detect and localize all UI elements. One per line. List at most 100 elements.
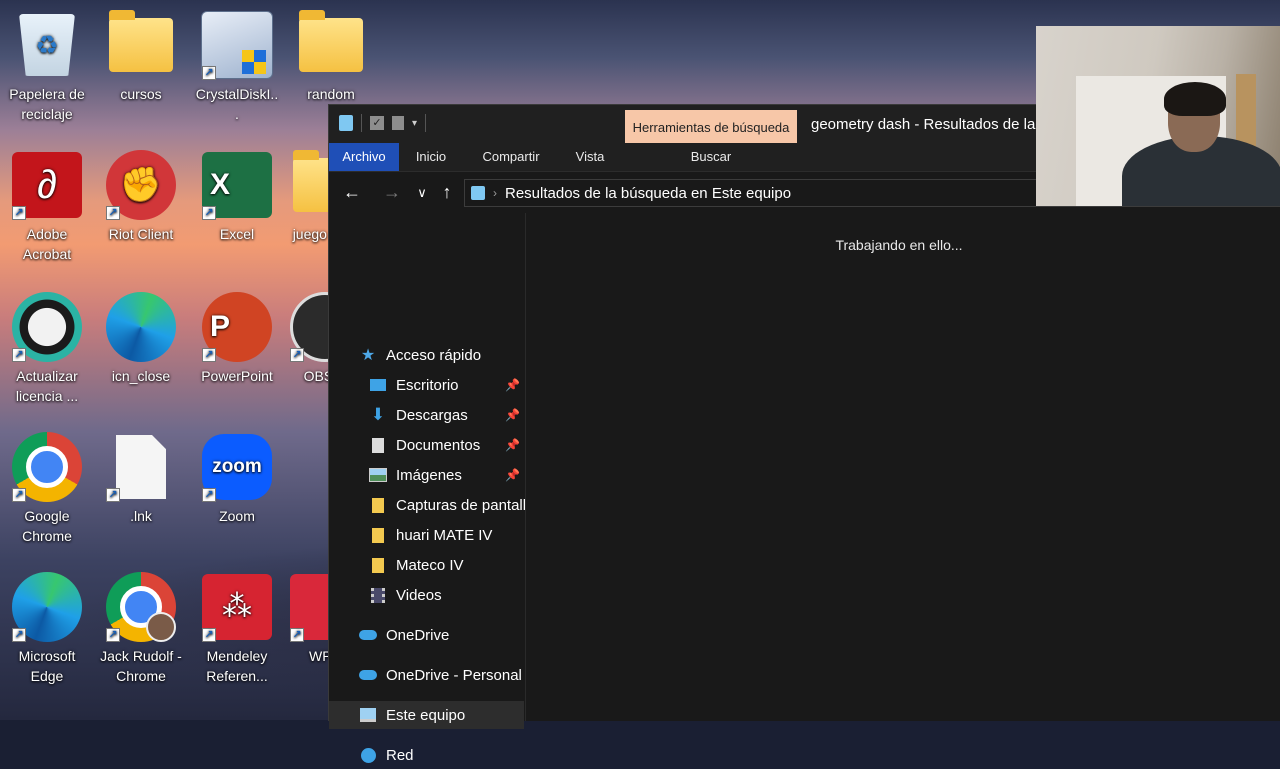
tab-archivo[interactable]: Archivo bbox=[329, 143, 399, 171]
nav-item-capturas[interactable]: Capturas de pantall bbox=[369, 491, 525, 519]
shortcut-arrow-icon: ↗ bbox=[12, 206, 26, 220]
nav-item-label: Este equipo bbox=[386, 706, 466, 724]
nav-item-label: huari MATE IV bbox=[396, 526, 493, 544]
chrome-profile-icon: ↗ bbox=[104, 570, 178, 644]
crystaldiskinfo-icon: ↗ bbox=[200, 8, 274, 82]
nav-item-label: OneDrive - Personal bbox=[386, 666, 522, 684]
nav-item-este-equipo[interactable]: Este equipo bbox=[329, 701, 524, 729]
nav-item-documentos[interactable]: Documentos 📌 bbox=[369, 431, 525, 459]
quick-access-toolbar: ✓ ▾ bbox=[339, 114, 427, 132]
riot-client-icon: ✊ ↗ bbox=[104, 148, 178, 222]
nav-item-videos[interactable]: Videos bbox=[369, 581, 525, 609]
nav-item-label: Videos bbox=[396, 586, 442, 604]
desktop-icon-zoom[interactable]: zoom ↗ Zoom bbox=[194, 424, 280, 526]
nav-item-onedrive[interactable]: OneDrive bbox=[359, 621, 449, 649]
chrome-icon: ↗ bbox=[10, 430, 84, 504]
desktop-icon-label: Actualizar licencia ... bbox=[15, 368, 79, 404]
powerpoint-icon: P ↗ bbox=[200, 290, 274, 364]
pin-icon[interactable]: 📌 bbox=[505, 438, 520, 452]
search-tools-context-tab[interactable]: Herramientas de búsqueda bbox=[625, 110, 797, 144]
new-folder-icon[interactable] bbox=[392, 116, 404, 130]
shortcut-arrow-icon: ↗ bbox=[202, 628, 216, 642]
nav-item-descargas[interactable]: ⬇ Descargas 📌 bbox=[369, 401, 525, 429]
webcam-overlay bbox=[1036, 26, 1280, 206]
desktop-icon-crystaldiskinfo[interactable]: ↗ CrystalDiskI... bbox=[194, 2, 280, 124]
pictures-icon bbox=[369, 467, 387, 483]
mendeley-icon: ⁂ ↗ bbox=[200, 570, 274, 644]
videos-icon bbox=[369, 587, 387, 603]
desktop-icon-lnk[interactable]: ↗ .lnk bbox=[98, 424, 184, 526]
onedrive-icon bbox=[359, 627, 377, 643]
shortcut-arrow-icon: ↗ bbox=[290, 348, 304, 362]
desktop-icon-mendeley[interactable]: ⁂ ↗ Mendeley Referen... bbox=[194, 564, 280, 686]
nav-item-acceso-rapido[interactable]: ★ Acceso rápido bbox=[359, 341, 481, 369]
folder-icon bbox=[104, 8, 178, 82]
tab-compartir[interactable]: Compartir bbox=[471, 143, 551, 171]
edge-icon bbox=[104, 290, 178, 364]
app-icon: ↗ bbox=[10, 290, 84, 364]
desktop-icon-jack-rudolf-chrome[interactable]: ↗ Jack Rudolf - Chrome bbox=[98, 564, 184, 686]
nav-item-label: Imágenes bbox=[396, 466, 462, 484]
breadcrumb-chevron-icon[interactable]: › bbox=[493, 186, 497, 200]
desktop-icon-random[interactable]: random bbox=[288, 2, 374, 104]
nav-item-label: OneDrive bbox=[386, 626, 450, 644]
tab-buscar[interactable]: Buscar bbox=[625, 143, 797, 171]
desktop-icon-label: Papelera de reciclaje bbox=[9, 86, 85, 122]
shortcut-arrow-icon: ↗ bbox=[12, 628, 26, 642]
tab-inicio[interactable]: Inicio bbox=[405, 143, 457, 171]
desktop-icon-adobe-acrobat[interactable]: ∂ ↗ Adobe Acrobat bbox=[4, 142, 90, 264]
pin-icon[interactable]: 📌 bbox=[505, 408, 520, 422]
desktop-icon-powerpoint[interactable]: P ↗ PowerPoint bbox=[194, 284, 280, 386]
pin-icon[interactable]: 📌 bbox=[505, 468, 520, 482]
folder-icon bbox=[369, 557, 387, 573]
status-message: Trabajando en ello... bbox=[835, 237, 963, 253]
customize-qat-icon[interactable]: ▾ bbox=[412, 118, 417, 129]
nav-item-red[interactable]: Red bbox=[359, 741, 414, 769]
nav-item-label: Red bbox=[386, 746, 414, 764]
zoom-icon: zoom ↗ bbox=[200, 430, 274, 504]
recent-locations-chevron-icon[interactable]: ∨ bbox=[411, 185, 433, 201]
shortcut-arrow-icon: ↗ bbox=[202, 206, 216, 220]
nav-item-escritorio[interactable]: Escritorio 📌 bbox=[369, 371, 525, 399]
shortcut-arrow-icon: ↗ bbox=[290, 628, 304, 642]
nav-item-imagenes[interactable]: Imágenes 📌 bbox=[369, 461, 525, 489]
desktop-icon-label: random bbox=[307, 86, 355, 102]
file-icon: ↗ bbox=[104, 430, 178, 504]
shortcut-arrow-icon: ↗ bbox=[12, 348, 26, 362]
desktop-icon-recycle-bin[interactable]: ♻ Papelera de reciclaje bbox=[4, 2, 90, 124]
tab-vista[interactable]: Vista bbox=[565, 143, 615, 171]
pin-icon[interactable]: 📌 bbox=[505, 378, 520, 392]
desktop-icon-label: PowerPoint bbox=[201, 368, 273, 384]
desktop-icon-microsoft-edge[interactable]: ↗ Microsoft Edge bbox=[4, 564, 90, 686]
recycle-bin-icon: ♻ bbox=[10, 8, 84, 82]
nav-item-label: Descargas bbox=[396, 406, 468, 424]
desktop-icon-riot-client[interactable]: ✊ ↗ Riot Client bbox=[98, 142, 184, 244]
explorer-app-icon bbox=[339, 115, 353, 131]
nav-item-label: Capturas de pantall bbox=[396, 496, 525, 514]
edge-icon: ↗ bbox=[10, 570, 84, 644]
folder-icon bbox=[369, 497, 387, 513]
up-arrow-icon[interactable]: ↑ bbox=[436, 182, 458, 203]
properties-icon[interactable]: ✓ bbox=[370, 116, 384, 130]
nav-item-onedrive-personal[interactable]: OneDrive - Personal bbox=[359, 661, 522, 689]
desktop-icon-label: Excel bbox=[219, 226, 255, 242]
desktop-icon-label: CrystalDiskI... bbox=[195, 86, 279, 122]
forward-arrow-icon[interactable]: → bbox=[381, 182, 403, 203]
this-pc-icon bbox=[359, 707, 377, 723]
desktop-icon-excel[interactable]: X ↗ Excel bbox=[194, 142, 280, 244]
nav-item-huari-mate-iv[interactable]: huari MATE IV bbox=[369, 521, 525, 549]
folder-icon bbox=[369, 527, 387, 543]
nav-item-label: Escritorio bbox=[396, 376, 459, 394]
network-icon bbox=[359, 747, 377, 763]
star-icon: ★ bbox=[360, 347, 376, 364]
desktop-icon-label: Mendeley Referen... bbox=[206, 648, 268, 684]
desktop-icon-cursos[interactable]: cursos bbox=[98, 2, 184, 104]
qat-divider bbox=[361, 114, 362, 132]
desktop-icon-icn-close[interactable]: icn_close bbox=[98, 284, 184, 386]
back-arrow-icon[interactable]: ← bbox=[341, 182, 363, 203]
search-location-icon bbox=[471, 186, 485, 200]
desktop-icon-actualizar-licencia[interactable]: ↗ Actualizar licencia ... bbox=[4, 284, 90, 406]
nav-item-mateco-iv[interactable]: Mateco IV bbox=[369, 551, 525, 579]
search-results-pane[interactable]: Trabajando en ello... bbox=[527, 213, 1271, 721]
desktop-icon-google-chrome[interactable]: ↗ Google Chrome bbox=[4, 424, 90, 546]
